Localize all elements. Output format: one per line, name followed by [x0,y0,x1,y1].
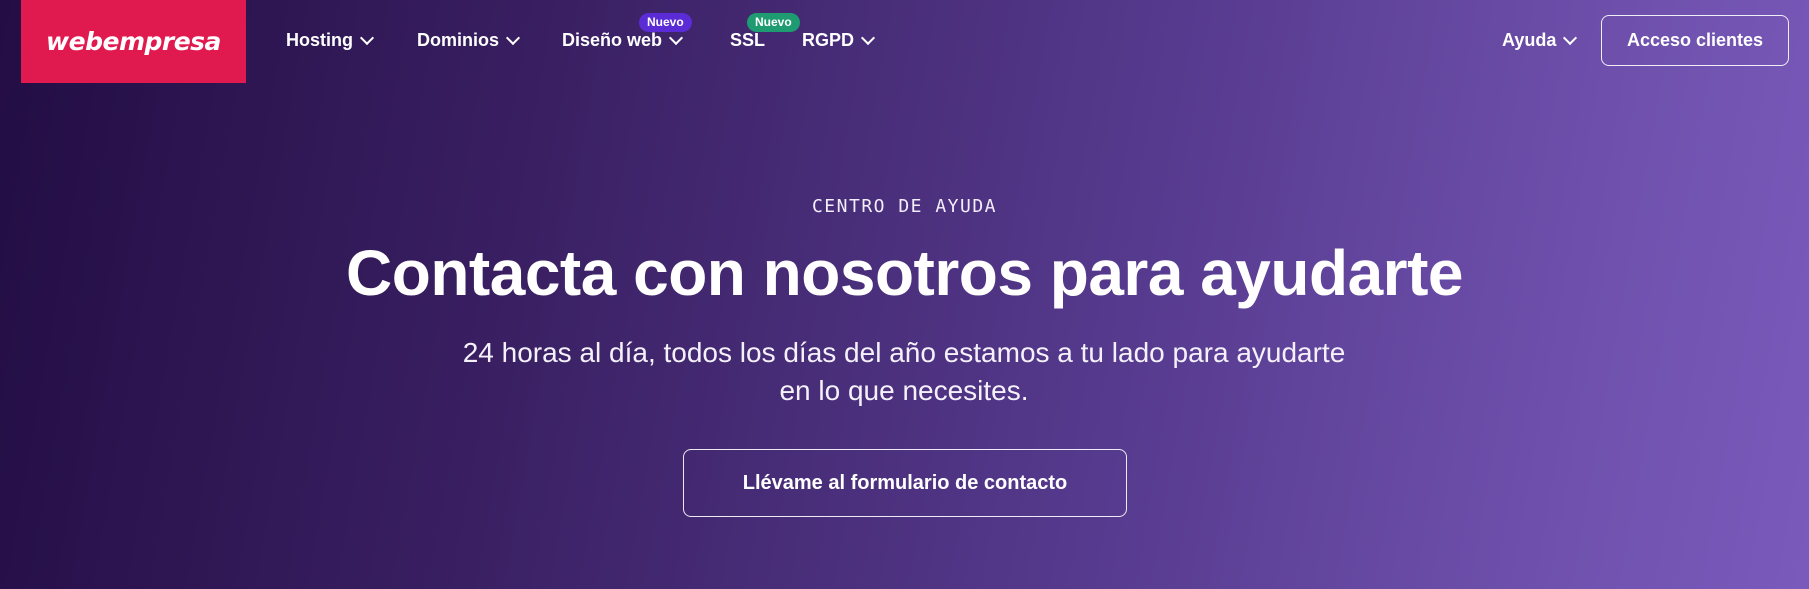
nav-item-label: SSL [730,29,766,50]
chevron-down-icon [505,30,521,45]
page-title: Contacta con nosotros para ayudarte [346,237,1463,309]
nav-item-dominios[interactable]: Dominios [417,28,521,52]
webempresa-logo[interactable]: webempresa [21,0,246,83]
client-access-button[interactable]: Acceso clientes [1601,15,1789,66]
nav-item-label: RGPD [802,29,855,50]
logo-text: webempresa [46,27,221,56]
nav-item-label: Hosting [286,29,353,50]
nav-item-rgpd[interactable]: RGPD [802,28,876,52]
chevron-down-icon [668,30,684,45]
nav-item-ssl[interactable]: SSL [730,28,765,52]
nav-item-diseno-web[interactable]: Diseño web [562,28,684,52]
chevron-down-icon [359,30,375,45]
nav-item-ayuda[interactable]: Ayuda [1502,28,1578,52]
nav-item-label: Diseño web [562,29,663,50]
nav-item-label: Dominios [417,29,500,50]
chevron-down-icon [860,30,876,45]
contact-form-button[interactable]: Llévame al formulario de contacto [683,449,1127,517]
nav-item-hosting[interactable]: Hosting [286,28,375,52]
hero-subtitle: 24 horas al día, todos los días del año … [462,337,1346,406]
top-navigation-bar: webempresa Hosting Dominios Nuevo Diseño… [0,0,1809,84]
nav-item-label: Ayuda [1502,29,1557,50]
chevron-down-icon [1563,30,1578,45]
section-eyebrow: CENTRO DE AYUDA [811,196,998,217]
